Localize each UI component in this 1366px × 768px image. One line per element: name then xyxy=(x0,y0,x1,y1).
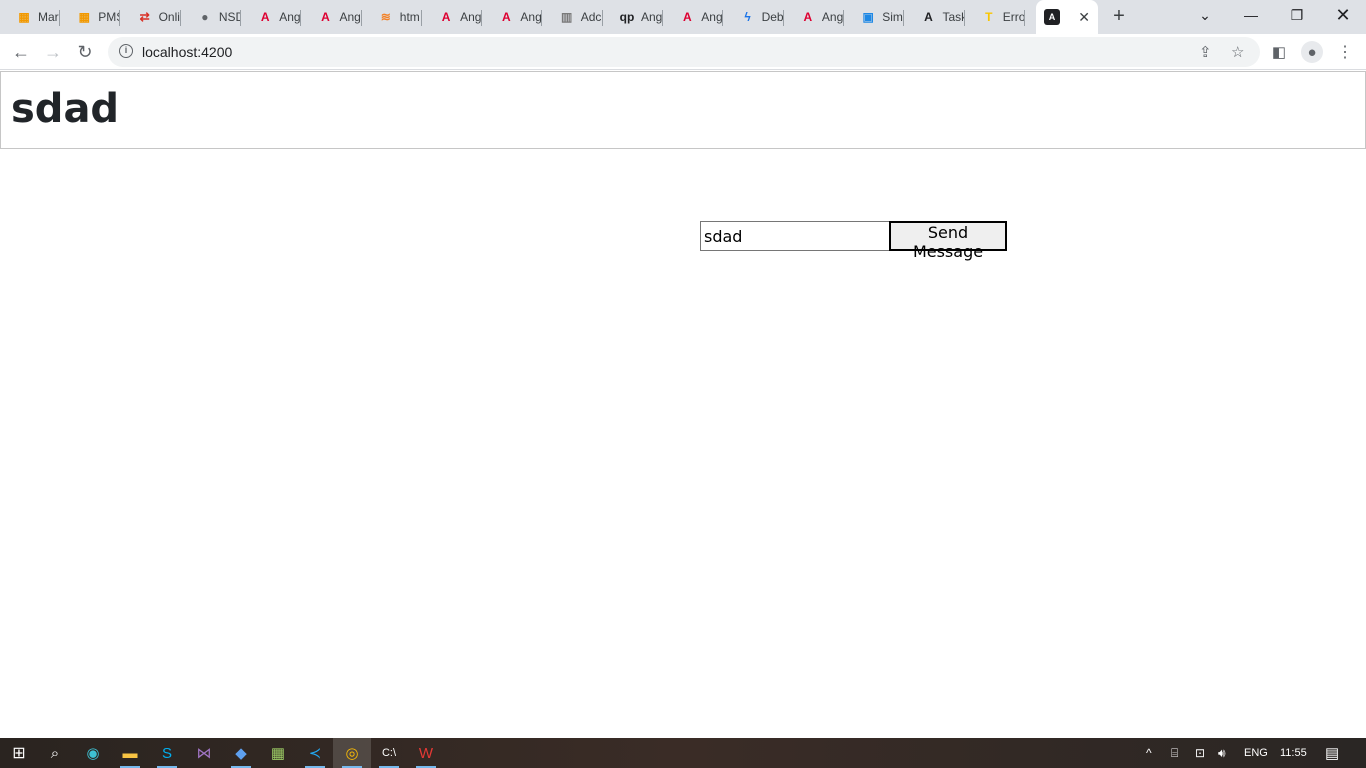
outlook-icon[interactable]: ◆ xyxy=(222,738,260,768)
swap-arrows-icon: ⇄ xyxy=(139,10,150,24)
share-icon[interactable]: ⇪ xyxy=(1199,43,1212,61)
tab-14[interactable]: ▣ Sim xyxy=(844,0,905,34)
tray-chevron-icon[interactable]: ^ xyxy=(1146,738,1152,768)
clock[interactable]: 11:55 xyxy=(1280,738,1307,768)
angular-icon: A xyxy=(260,10,270,24)
globe-icon: ● xyxy=(201,10,209,24)
tab-15[interactable]: A Task xyxy=(905,0,965,34)
tab-9[interactable]: ▥ Adc xyxy=(543,0,603,34)
windows-start-icon[interactable]: ⊞ xyxy=(0,738,38,768)
language-indicator[interactable]: ENG xyxy=(1244,738,1268,768)
tab-16[interactable]: T Erro xyxy=(965,0,1025,34)
tab-4[interactable]: A Ang xyxy=(241,0,302,34)
tab-8[interactable]: A Ang xyxy=(482,0,543,34)
tab-label: Ang xyxy=(821,10,844,24)
windows-taskbar: ⊞ ⌕ ◉ ▬ S ⋈ ◆ ▦ ≺ ◎ C:\ W ^ ⌸ ⊡ 🔊︎ ENG 1… xyxy=(0,738,1366,768)
tab-1[interactable]: ▦ PMS xyxy=(60,0,121,34)
tab-label: htm xyxy=(399,10,420,24)
search-icon[interactable]: ⌕ xyxy=(36,738,74,768)
apps-grid-icon: ▦ xyxy=(18,10,30,24)
restore-button[interactable]: ❐ xyxy=(1274,0,1320,30)
angular-icon: A xyxy=(502,10,511,24)
angular-icon: A xyxy=(1044,9,1060,25)
tab-label: Erro xyxy=(1002,10,1025,24)
tab-0[interactable]: ▦ Mar xyxy=(0,0,60,34)
tek-icon: T xyxy=(985,10,993,24)
tab-7[interactable]: A Ang xyxy=(422,0,483,34)
reload-button[interactable]: ↻ xyxy=(73,40,97,64)
notifications-icon[interactable]: ▤ xyxy=(1325,738,1339,768)
angular-icon: A xyxy=(441,10,451,24)
url-text[interactable]: localhost:4200 xyxy=(142,44,232,60)
volume-icon[interactable]: 🔊︎ xyxy=(1218,738,1226,768)
qp-icon: qp xyxy=(619,10,635,24)
tab-label: Mar xyxy=(38,10,59,24)
tab-label: NSD xyxy=(218,10,241,24)
bars-icon: ▥ xyxy=(561,10,573,24)
vscode-icon[interactable]: ≺ xyxy=(296,738,334,768)
edge-icon[interactable]: ◉ xyxy=(74,738,112,768)
app-header: sdad xyxy=(0,71,1366,149)
tab-separator xyxy=(1023,10,1025,26)
tab-11[interactable]: A Ang xyxy=(663,0,724,34)
browser-toolbar: ← → ↻ i localhost:4200 ⇪ ☆ ◧ ● ⋮ xyxy=(0,34,1366,70)
address-bar[interactable]: i localhost:4200 ⇪ ☆ xyxy=(108,37,1260,67)
tab-2[interactable]: ⇄ Onli xyxy=(121,0,181,34)
bookmark-star-icon[interactable]: ☆ xyxy=(1231,43,1244,61)
message-input[interactable] xyxy=(700,221,890,251)
tab-strip: ▦ Mar ▦ PMS ⇄ Onli ● NSD A Ang A Ang ≋ htm A Ang A Ang ▥ Ad… xyxy=(0,0,1366,34)
angular-icon: A xyxy=(803,10,813,24)
square-icon: ▣ xyxy=(862,10,874,24)
tab-label: Sim xyxy=(882,10,903,24)
stackoverflow-icon: ≋ xyxy=(380,10,391,24)
tab-6[interactable]: ≋ htm xyxy=(362,0,422,34)
tab-12[interactable]: ϟ Deb xyxy=(724,0,784,34)
meet-now-icon[interactable]: ⌸ xyxy=(1171,738,1178,768)
profile-avatar-icon[interactable]: ● xyxy=(1301,41,1323,63)
tab-label: Ang xyxy=(339,10,361,24)
side-panel-icon[interactable]: ◧ xyxy=(1268,41,1290,63)
close-window-button[interactable]: ✕ xyxy=(1320,0,1366,30)
send-message-button[interactable]: Send Message xyxy=(889,221,1007,261)
angular-icon: A xyxy=(321,10,330,24)
tab-active[interactable]: A ✕ xyxy=(1036,0,1098,34)
wps-office-icon[interactable]: W xyxy=(407,738,445,768)
tab-10[interactable]: qp Ang xyxy=(603,0,663,34)
tab-13[interactable]: A Ang xyxy=(784,0,844,34)
angular-icon: A xyxy=(682,10,692,24)
page-title: sdad xyxy=(11,86,120,132)
apps-grid-icon: ▦ xyxy=(78,10,90,24)
network-icon[interactable]: ⊡ xyxy=(1195,738,1205,768)
tab-3[interactable]: ● NSD xyxy=(181,0,241,34)
visual-studio-icon[interactable]: ⋈ xyxy=(185,738,223,768)
tab-label: PMS xyxy=(98,10,120,24)
tab-label: Ang xyxy=(641,10,663,24)
bolt-icon: ϟ xyxy=(744,10,751,24)
terminal-icon[interactable]: C:\ xyxy=(370,738,408,768)
close-tab-icon[interactable]: ✕ xyxy=(1078,9,1090,26)
tab-label: Onli xyxy=(158,10,180,24)
tab-label: Task xyxy=(942,10,965,24)
chrome-icon[interactable]: ◎ xyxy=(333,738,371,768)
tab-label: Ang xyxy=(460,10,482,24)
tab-label: Ang xyxy=(701,10,723,24)
menu-kebab-icon[interactable]: ⋮ xyxy=(1334,41,1356,63)
photos-icon[interactable]: ▦ xyxy=(259,738,297,768)
tab-label: Ang xyxy=(279,10,301,24)
site-info-icon[interactable]: i xyxy=(119,44,133,58)
minimize-button[interactable]: — xyxy=(1228,0,1274,30)
back-button[interactable]: ← xyxy=(9,40,33,64)
new-tab-button[interactable]: + xyxy=(1108,5,1130,27)
tab-label: Deb xyxy=(761,10,784,24)
skype-icon[interactable]: S xyxy=(148,738,186,768)
tab-label: Ang xyxy=(520,10,542,24)
tab-search-icon[interactable]: ⌄ xyxy=(1182,0,1228,30)
file-explorer-icon[interactable]: ▬ xyxy=(111,738,149,768)
forward-button[interactable]: → xyxy=(41,40,65,64)
tab-5[interactable]: A Ang xyxy=(302,0,362,34)
tab-label: Adc xyxy=(580,10,602,24)
angular-icon: A xyxy=(924,10,933,24)
